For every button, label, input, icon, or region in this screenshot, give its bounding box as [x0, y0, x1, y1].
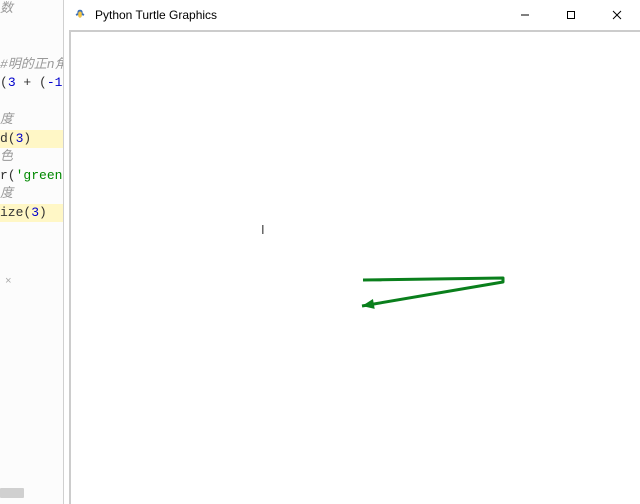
code-line: r('green') — [0, 167, 65, 186]
code-line — [0, 19, 65, 38]
code-line: #明的正n角形 — [0, 56, 65, 75]
code-line: 数 — [0, 0, 65, 19]
minimize-button[interactable] — [502, 0, 548, 30]
window-controls — [502, 0, 640, 30]
code-line — [0, 37, 65, 56]
code-line: ize(3) — [0, 204, 65, 223]
horizontal-scrollbar[interactable] — [0, 488, 24, 498]
close-icon: × — [5, 276, 15, 286]
turtle-window: Python Turtle Graphics I — [63, 0, 640, 504]
code-line: (3 + (-1)** — [0, 74, 65, 93]
turtle-canvas[interactable]: I — [71, 32, 640, 504]
code-line — [0, 93, 65, 112]
code-line: d(3) — [0, 130, 65, 149]
turtle-path — [362, 278, 503, 306]
turtle-icon — [72, 7, 88, 23]
canvas-frame: I — [69, 30, 640, 504]
window-title: Python Turtle Graphics — [95, 8, 217, 22]
editor-strip: 数#明的正n角形(3 + (-1)**度d(3)色r('green')度ize(… — [0, 0, 65, 504]
code-line: 度 — [0, 185, 65, 204]
code-line: 度 — [0, 111, 65, 130]
turtle-drawing — [71, 32, 640, 504]
close-button[interactable] — [594, 0, 640, 30]
titlebar[interactable]: Python Turtle Graphics — [64, 0, 640, 30]
maximize-button[interactable] — [548, 0, 594, 30]
code-line: 色 — [0, 148, 65, 167]
